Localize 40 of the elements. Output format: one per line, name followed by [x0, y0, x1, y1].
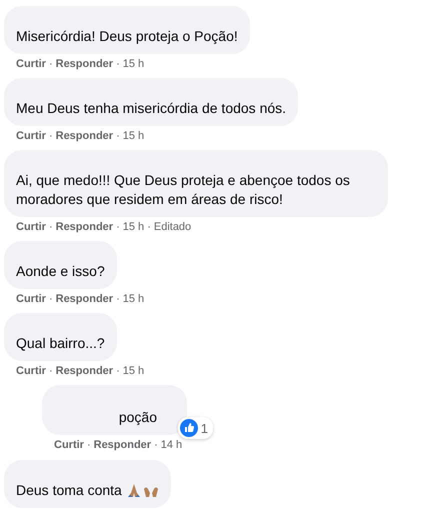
- separator: ·: [48, 364, 53, 378]
- separator: ·: [116, 129, 120, 143]
- like-link[interactable]: Curtir: [16, 220, 46, 234]
- separator: ·: [116, 364, 120, 378]
- like-link[interactable]: Curtir: [54, 438, 84, 452]
- reply-link[interactable]: Responder: [56, 220, 114, 234]
- separator: ·: [116, 57, 120, 71]
- timestamp: 15 h: [122, 292, 144, 306]
- comment-text: Deus toma conta: [16, 481, 122, 500]
- comment-text: poção: [118, 408, 157, 427]
- separator: ·: [154, 438, 158, 452]
- reply-link[interactable]: Responder: [56, 364, 114, 378]
- timestamp: 15 h: [122, 129, 144, 143]
- timestamp: 15 h: [122, 220, 144, 234]
- separator: ·: [86, 438, 91, 452]
- like-link[interactable]: Curtir: [16, 292, 46, 306]
- comment-text: Ai, que medo!!! Que Deus proteja e abençoe todos os moradores que residem em áreas de risco!: [16, 171, 351, 209]
- separator: ·: [48, 129, 53, 143]
- comment-text: Meu Deus tenha misericórdia de todos nós.: [16, 99, 286, 118]
- like-link[interactable]: Curtir: [16, 364, 46, 378]
- timestamp: 14 h: [160, 438, 182, 452]
- reply-link[interactable]: Responder: [94, 438, 152, 452]
- like-link[interactable]: Curtir: [16, 57, 46, 71]
- like-count: 1: [200, 420, 208, 436]
- separator: ·: [48, 292, 53, 306]
- separator: ·: [147, 220, 151, 234]
- reply-link[interactable]: Responder: [56, 57, 114, 71]
- like-link[interactable]: Curtir: [16, 129, 46, 143]
- separator: ·: [48, 57, 53, 71]
- comment-text: Aonde e isso?: [16, 262, 105, 281]
- comment-text: Misericórdia! Deus proteja o Poção!: [16, 27, 238, 46]
- timestamp: 15 h: [122, 364, 144, 378]
- reply-link[interactable]: Responder: [56, 129, 114, 143]
- edited-label: Editado: [154, 220, 192, 234]
- separator: ·: [116, 220, 120, 234]
- separator: ·: [48, 220, 53, 234]
- comment-text: Qual bairro...?: [16, 334, 105, 353]
- separator: ·: [116, 292, 120, 306]
- reply-link[interactable]: Responder: [56, 292, 114, 306]
- timestamp: 15 h: [122, 57, 144, 71]
